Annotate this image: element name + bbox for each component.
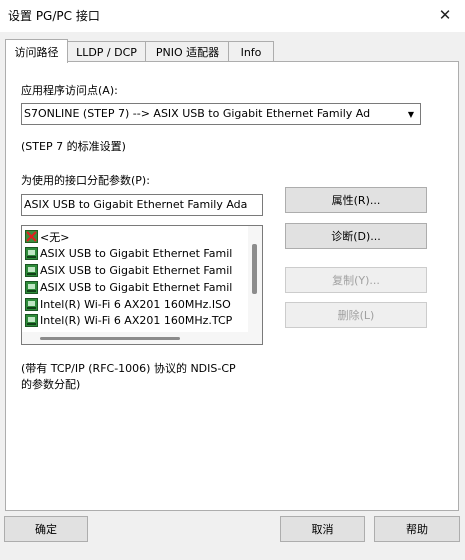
network-adapter-icon xyxy=(25,264,38,277)
network-adapter-icon xyxy=(25,281,38,294)
interface-field-value: ASIX USB to Gigabit Ethernet Family Ada xyxy=(24,198,248,211)
properties-button[interactable]: 属性(R)... xyxy=(285,187,427,213)
list-item-label: Intel(R) Wi-Fi 6 AX201 160MHz.TCP xyxy=(40,313,233,327)
access-point-label: 应用程序访问点(A): xyxy=(21,84,118,97)
list-item[interactable]: Intel(R) Wi-Fi 6 AX201 160MHz.ISO xyxy=(25,296,247,313)
list-item-label: ASIX USB to Gigabit Ethernet Famil xyxy=(40,264,233,277)
list-item[interactable]: Intel(R) Wi-Fi 6 AX201 160MHz.TCP xyxy=(25,313,247,327)
access-path-panel: 应用程序访问点(A): S7ONLINE (STEP 7) --> ASIX U… xyxy=(5,61,459,511)
close-button[interactable]: ✕ xyxy=(432,4,458,26)
interface-description-line2: 的参数分配) xyxy=(21,378,81,391)
scrollbar-thumb[interactable] xyxy=(40,337,180,340)
list-item[interactable]: ASIX USB to Gigabit Ethernet Famil xyxy=(25,279,247,296)
delete-button[interactable]: 删除(L) xyxy=(285,302,427,328)
window-title: 设置 PG/PC 接口 xyxy=(8,9,100,23)
network-adapter-icon xyxy=(25,313,38,327)
vertical-scrollbar[interactable] xyxy=(248,226,262,344)
scrollbar-thumb[interactable] xyxy=(252,244,257,294)
network-adapter-icon xyxy=(25,247,38,260)
cancel-button[interactable]: 取消 xyxy=(280,516,365,542)
copy-button[interactable]: 复制(Y)... xyxy=(285,267,427,293)
tab-label: PNIO 适配器 xyxy=(155,46,220,59)
title-bar: 设置 PG/PC 接口 ✕ xyxy=(0,0,465,32)
list-item-label: <无> xyxy=(40,230,70,244)
cancel-button-label: 取消 xyxy=(311,523,334,536)
list-item-label: ASIX USB to Gigabit Ethernet Famil xyxy=(40,247,233,260)
diagnostics-button[interactable]: 诊断(D)... xyxy=(285,223,427,249)
help-button[interactable]: 帮助 xyxy=(374,516,460,542)
tab-label: 访问路径 xyxy=(14,45,59,59)
list-item[interactable]: <无> xyxy=(25,228,247,245)
copy-button-label: 复制(Y)... xyxy=(332,274,380,287)
access-point-value: S7ONLINE (STEP 7) --> ASIX USB to Gigabi… xyxy=(24,107,371,120)
tab-info[interactable]: Info xyxy=(228,41,274,62)
properties-button-label: 属性(R)... xyxy=(331,194,381,207)
horizontal-scrollbar[interactable] xyxy=(22,332,248,344)
list-item[interactable]: ASIX USB to Gigabit Ethernet Famil xyxy=(25,262,247,279)
help-button-label: 帮助 xyxy=(406,523,428,536)
diagnostics-button-label: 诊断(D)... xyxy=(331,230,381,243)
tab-pnio-adapter[interactable]: PNIO 适配器 xyxy=(145,41,230,62)
ok-button[interactable]: 确定 xyxy=(4,516,88,542)
tab-lldp-dcp[interactable]: LLDP / DCP xyxy=(66,41,147,62)
interface-label: 为使用的接口分配参数(P): xyxy=(21,174,150,187)
ok-button-label: 确定 xyxy=(35,523,57,536)
interface-description-line1: (带有 TCP/IP (RFC-1006) 协议的 NDIS-CP xyxy=(21,362,236,375)
chevron-down-icon[interactable]: ▼ xyxy=(403,105,419,123)
network-adapter-icon xyxy=(25,298,38,311)
list-item-label: ASIX USB to Gigabit Ethernet Famil xyxy=(40,281,233,294)
none-icon xyxy=(25,230,38,243)
tab-access-path[interactable]: 访问路径 xyxy=(5,39,68,63)
access-point-description: (STEP 7 的标准设置) xyxy=(21,140,126,153)
access-point-dropdown[interactable]: S7ONLINE (STEP 7) --> ASIX USB to Gigabi… xyxy=(21,103,421,125)
tab-label: Info xyxy=(240,45,262,59)
list-item-label: Intel(R) Wi-Fi 6 AX201 160MHz.ISO xyxy=(40,298,231,311)
delete-button-label: 删除(L) xyxy=(337,309,375,322)
interface-list[interactable]: <无> ASIX USB to Gigabit Ethernet Famil A… xyxy=(21,225,263,345)
interface-field[interactable]: ASIX USB to Gigabit Ethernet Family Ada xyxy=(21,194,263,216)
tab-label: LLDP / DCP xyxy=(76,45,137,59)
list-item[interactable]: ASIX USB to Gigabit Ethernet Famil xyxy=(25,245,247,262)
